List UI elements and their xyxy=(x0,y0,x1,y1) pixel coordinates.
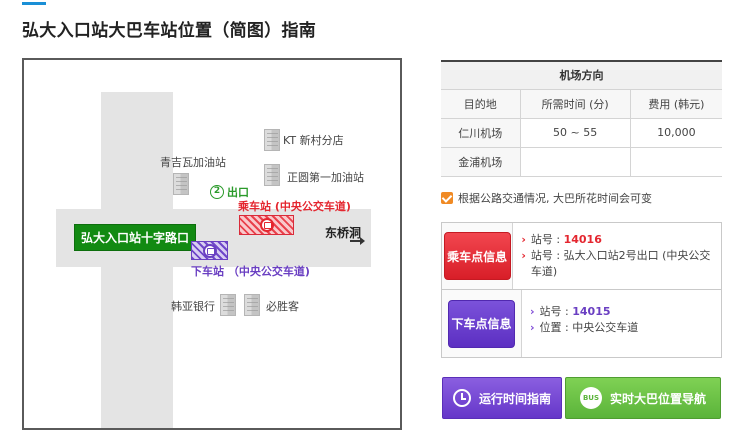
bus-stop-icon xyxy=(259,218,274,232)
map-label-church: 必胜客 xyxy=(266,300,299,313)
stop-number-label: 站号 : xyxy=(539,305,573,318)
chevron-right-icon: › xyxy=(530,305,535,318)
column-header: 所需时间 (分) xyxy=(519,88,631,119)
exit-number: 2 xyxy=(210,185,224,199)
building-icon xyxy=(173,173,189,195)
boarding-stop-marker xyxy=(239,215,294,235)
bus-icon: BUS xyxy=(579,387,602,409)
chevron-right-icon: › xyxy=(521,233,526,246)
destination-cell: 金浦机场 xyxy=(441,146,521,177)
map-label-gas-station-1: 青吉瓦加油站 xyxy=(160,156,226,169)
intersection-label: 弘大入口站十字路口 xyxy=(74,224,197,251)
chevron-right-icon: › xyxy=(530,321,535,334)
boarding-info-button[interactable]: 乘车点信息 xyxy=(443,232,511,280)
clock-icon xyxy=(452,389,471,407)
map-label-kt-branch: KT 新村分店 xyxy=(283,134,344,147)
stop-number-label: 站号 : xyxy=(530,233,564,246)
boarding-stop-number: › 站号 : 14016 xyxy=(521,232,713,248)
boarding-location-text: 站号 : 弘大入口站2号出口 (中央公交车道) xyxy=(530,249,711,278)
stop-number-value: 14015 xyxy=(572,305,611,318)
boarding-location: › 站号 : 弘大入口站2号出口 (中央公交车道) xyxy=(521,248,713,280)
alighting-info-button[interactable]: 下车点信息 xyxy=(448,299,515,348)
airport-direction-table: 机场方向 目的地 所需时间 (分) 费用 (韩元) 仁川机场 50 ~ 55 1… xyxy=(441,60,722,177)
east-direction-label: 东桥洞 xyxy=(325,226,362,240)
schedule-guide-label: 运行时间指南 xyxy=(478,391,551,406)
destination-cell: 仁川机场 xyxy=(441,117,521,148)
building-icon xyxy=(264,164,280,186)
alighting-location-text: 位置 : 中央公交车道 xyxy=(539,321,639,334)
stop-number-value: 14016 xyxy=(563,233,602,246)
column-header: 费用 (韩元) xyxy=(629,88,722,119)
boarding-info-box: 乘车点信息 › 站号 : 14016 › 站号 : 弘大入口站2号出口 (中央公… xyxy=(441,222,722,290)
realtime-bus-label: 实时大巴位置导航 xyxy=(609,391,706,406)
duration-cell xyxy=(519,146,631,177)
page-title: 弘大入口站大巴车站位置（简图）指南 xyxy=(22,21,317,41)
realtime-bus-button[interactable]: BUS 实时大巴位置导航 xyxy=(565,377,721,419)
alighting-stop-label: 下车站 （中央公交车道) xyxy=(191,265,310,278)
fare-cell xyxy=(629,146,722,177)
building-icon xyxy=(244,294,260,316)
building-icon xyxy=(264,129,280,151)
traffic-notice: 根据公路交通情况, 大巴所花时间会可变 xyxy=(441,190,652,206)
notice-text: 根据公路交通情况, 大巴所花时间会可变 xyxy=(458,192,652,205)
duration-cell: 50 ~ 55 xyxy=(519,117,631,148)
schedule-guide-button[interactable]: 运行时间指南 xyxy=(442,377,562,419)
alighting-stop-marker xyxy=(191,241,228,260)
building-icon xyxy=(220,294,236,316)
boarding-stop-label: 乘车站 (中央公交车道) xyxy=(238,200,351,213)
fare-cell: 10,000 xyxy=(629,117,722,148)
title-accent-line xyxy=(22,2,46,5)
bus-stop-icon xyxy=(202,243,217,258)
table-caption: 机场方向 xyxy=(441,61,722,90)
column-header: 目的地 xyxy=(441,88,521,119)
map-label-gas-station-2: 正圆第一加油站 xyxy=(287,171,364,184)
map-label-bank: 韩亚银行 xyxy=(171,300,215,313)
table-row: 金浦机场 xyxy=(441,146,722,177)
table-row: 仁川机场 50 ~ 55 10,000 xyxy=(441,117,722,148)
chevron-right-icon: › xyxy=(521,249,526,262)
alighting-stop-number: › 站号 : 14015 xyxy=(530,304,638,320)
alighting-location: › 位置 : 中央公交车道 xyxy=(530,320,638,336)
arrow-right-icon xyxy=(350,237,365,245)
location-map: KT 新村分店 青吉瓦加油站 正圆第一加油站 2 出口 弘大入口站十字路口 乘车… xyxy=(22,58,402,430)
alighting-info-box: 下车点信息 › 站号 : 14015 › 位置 : 中央公交车道 xyxy=(441,290,722,358)
checkbox-icon xyxy=(441,192,453,204)
